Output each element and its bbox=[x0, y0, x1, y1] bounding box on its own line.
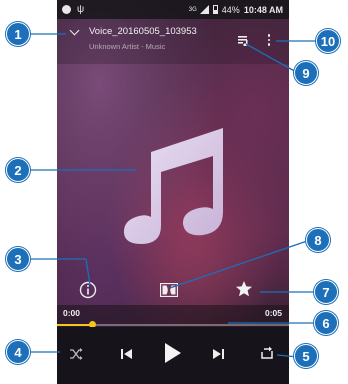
callout-8: 8 bbox=[306, 228, 330, 252]
callout-1: 1 bbox=[6, 22, 30, 46]
callout-7: 7 bbox=[314, 280, 338, 304]
figure: ψ 3G 44% 10:48 AM Voice_20160505_103953 … bbox=[0, 0, 348, 384]
callout-lines bbox=[24, 33, 319, 358]
callout-5: 5 bbox=[294, 344, 318, 368]
callout-4: 4 bbox=[6, 340, 30, 364]
callout-2: 2 bbox=[6, 158, 30, 182]
callout-10: 10 bbox=[316, 29, 340, 53]
callout-6: 6 bbox=[314, 311, 338, 335]
callout-3: 3 bbox=[6, 247, 30, 271]
callout-9: 9 bbox=[294, 61, 318, 85]
